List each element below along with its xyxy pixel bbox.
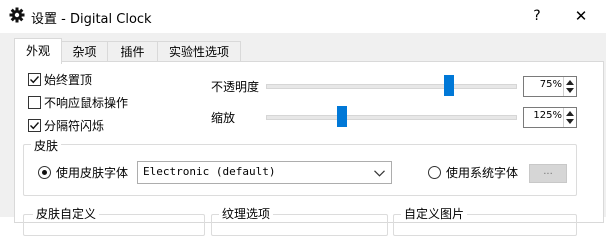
help-button[interactable]: ? [520, 2, 554, 30]
zoom-label: 缩放 [211, 111, 236, 125]
chevron-down-icon [374, 166, 385, 180]
always-on-top-checkbox[interactable] [28, 73, 41, 86]
close-button[interactable]: ✕ [560, 2, 602, 30]
use-skin-font-radio[interactable] [38, 166, 51, 179]
zoom-slider-thumb[interactable] [337, 106, 347, 127]
tab-appearance[interactable]: 外观 [14, 38, 62, 64]
system-font-button[interactable]: ... [529, 164, 567, 183]
skin-font-combobox[interactable]: Electronic (default) [137, 161, 392, 184]
skin-customize-title: 皮肤自定义 [33, 205, 100, 222]
opacity-spin-arrows[interactable] [563, 77, 576, 96]
tab-misc[interactable]: 杂项 [61, 41, 108, 62]
ignore-mouse-label: 不响应鼠标操作 [44, 96, 129, 110]
ignore-mouse-checkbox[interactable] [28, 96, 41, 109]
tab-plugins[interactable]: 插件 [107, 41, 158, 62]
opacity-spinbox[interactable]: 75% [523, 76, 577, 97]
opacity-slider-track[interactable] [266, 84, 517, 89]
use-skin-font-label: 使用皮肤字体 [56, 166, 129, 180]
gear-icon [9, 7, 25, 23]
use-system-font-label: 使用系统字体 [446, 166, 519, 180]
opacity-slider-thumb[interactable] [444, 75, 454, 96]
always-on-top-label: 始终置顶 [44, 73, 93, 87]
zoom-spinbox[interactable]: 125% [523, 107, 577, 128]
use-system-font-radio[interactable] [428, 166, 441, 179]
window-title: 设置 - Digital Clock [31, 12, 152, 27]
zoom-value: 125% [533, 110, 562, 121]
separator-flash-label: 分隔符闪烁 [44, 119, 105, 133]
zoom-slider-track[interactable] [266, 115, 517, 120]
tab-experimental[interactable]: 实验性选项 [157, 41, 241, 62]
zoom-spin-arrows[interactable] [563, 108, 576, 127]
skin-font-value: Electronic (default) [143, 165, 276, 178]
separator-flash-checkbox[interactable] [28, 119, 41, 132]
skin-group-title: 皮肤 [31, 137, 62, 154]
custom-image-title: 自定义图片 [401, 205, 468, 222]
opacity-label: 不透明度 [211, 80, 260, 94]
texture-options-title: 纹理选项 [219, 205, 274, 222]
opacity-value: 75% [539, 79, 562, 90]
